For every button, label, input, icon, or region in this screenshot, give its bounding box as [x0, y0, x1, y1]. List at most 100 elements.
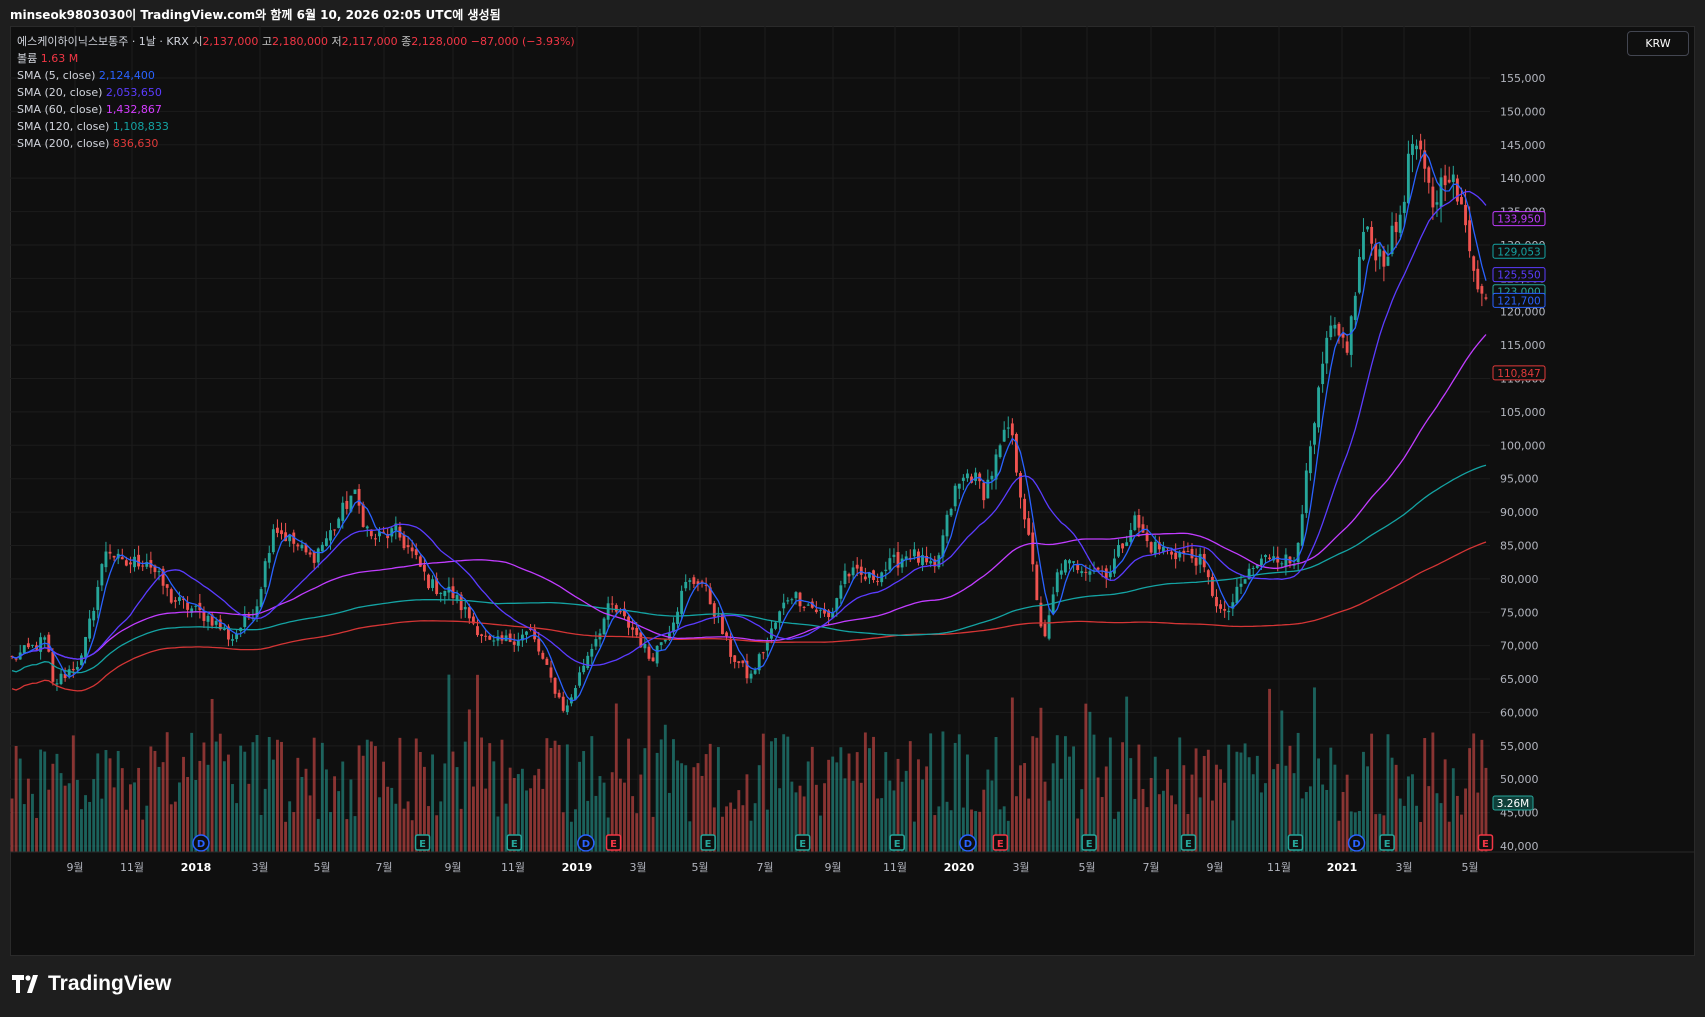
volume-bar [296, 757, 300, 852]
candle-body [476, 626, 479, 636]
volume-bar [153, 750, 157, 852]
volume-bar [917, 759, 920, 852]
candle-body [80, 655, 83, 666]
price-chart[interactable]: D E E D E E E E D E E E E D E E 155,000 150,000 145,000 14… [10, 26, 1695, 956]
candle-body [1313, 423, 1316, 445]
candle-body [582, 665, 586, 673]
candle-body [847, 573, 851, 577]
candle-body [1112, 558, 1116, 574]
volume-bar [1231, 820, 1235, 852]
sma120-line [11, 464, 1487, 674]
tradingview-brand[interactable]: TradingView [12, 972, 171, 996]
volume-bar [43, 751, 47, 852]
volume-bar [75, 779, 79, 852]
candle-body [1133, 515, 1137, 531]
volume-bar [84, 795, 87, 852]
y-tick-label: 145,000 [1500, 139, 1546, 152]
legend-sma5-row[interactable]: SMA (5, close) 2,124,400 [17, 67, 575, 84]
legend-sma20-row[interactable]: SMA (20, close) 2,053,650 [17, 84, 575, 101]
candle-body [1047, 615, 1051, 639]
candle-body [275, 527, 279, 533]
volume-bar [757, 765, 761, 852]
volume-bar [10, 798, 14, 852]
candle-body [410, 547, 414, 552]
legend-sma200-row[interactable]: SMA (200, close) 836,630 [17, 135, 575, 152]
volume-bar [786, 736, 790, 852]
volume-bar [1325, 789, 1329, 852]
candle-body [1321, 363, 1325, 385]
volume-bar [851, 780, 855, 852]
volume-bar [431, 754, 435, 852]
volume-bar [1280, 710, 1284, 852]
legend-volume-row[interactable]: 볼륨 1.63 M [17, 50, 575, 67]
legend-sma120-row[interactable]: SMA (120, close) 1,108,833 [17, 118, 575, 135]
legend-sma60-row[interactable]: SMA (60, close) 1,432,867 [17, 101, 575, 118]
y-tick-label: 105,000 [1500, 406, 1546, 419]
moving-averages [11, 151, 1487, 702]
sma20-value: 2,053,650 [105, 86, 162, 99]
high-label: 고 [261, 35, 273, 48]
candle-body [402, 534, 406, 549]
candle-body [75, 666, 79, 670]
candle-body [231, 639, 234, 641]
candle-body [1198, 554, 1202, 565]
volume-bar [774, 737, 777, 852]
low-value: 2,117,000 [341, 35, 398, 48]
x-tick-label: 3월 [1395, 861, 1412, 874]
candle-body [786, 600, 790, 602]
volume-bar [659, 739, 663, 852]
candle-body [1002, 429, 1006, 442]
volume-bar [1108, 737, 1112, 852]
y-tick-label: 75,000 [1500, 606, 1539, 619]
candle-body [884, 569, 888, 571]
volume-bar [1296, 732, 1300, 852]
volume-bar [688, 821, 692, 852]
volume-bar [1010, 697, 1014, 852]
volume-bar [1023, 763, 1027, 852]
volume-bar [1415, 805, 1418, 852]
volume-bar [765, 809, 769, 852]
volume-bar [124, 809, 128, 852]
currency-button[interactable]: KRW [1627, 31, 1689, 56]
volume-bar [435, 815, 439, 852]
candle-body [1476, 268, 1480, 290]
candle-body [1149, 542, 1153, 553]
candle-body [296, 544, 300, 547]
volume-bar [549, 747, 553, 852]
volume-bar [18, 758, 22, 852]
volume-bar [251, 742, 255, 852]
volume-bar [667, 792, 671, 852]
earnings-marker-label: E [1482, 839, 1489, 850]
volume-badge-text: 3.26M [1497, 798, 1529, 810]
volume-bar [782, 734, 786, 852]
candle-body [553, 677, 557, 694]
candle-body [467, 607, 471, 619]
candle-body [1284, 554, 1288, 567]
dividend-marker-label: D [1352, 839, 1360, 850]
volume-bar [316, 818, 320, 852]
volume-bar [949, 810, 953, 852]
volume-bar [655, 752, 659, 852]
candle-body [659, 642, 663, 646]
volume-bar [231, 784, 234, 852]
volume-bar [627, 738, 630, 852]
candle-body [1431, 186, 1435, 208]
x-tick-label: 5월 [1461, 861, 1478, 874]
volume-bar [929, 733, 933, 852]
candle-body [418, 556, 422, 567]
volume-bar [1063, 736, 1067, 852]
candle-body [324, 538, 328, 547]
volume-bar [745, 774, 749, 852]
symbol-title[interactable]: 에스케이하이닉스보통주 · 1날 · KRX [17, 35, 189, 48]
volume-bar [324, 769, 328, 852]
x-tick-label: 9월 [66, 861, 83, 874]
tradingview-logo-icon [12, 975, 38, 993]
volume-bar [945, 801, 949, 852]
candle-body [631, 627, 635, 630]
volume-bar [623, 782, 626, 852]
volume-bar [1125, 696, 1129, 852]
candle-body [1460, 197, 1463, 205]
candle-body [341, 502, 345, 521]
candle-body [157, 571, 161, 573]
candle-body [439, 592, 443, 594]
